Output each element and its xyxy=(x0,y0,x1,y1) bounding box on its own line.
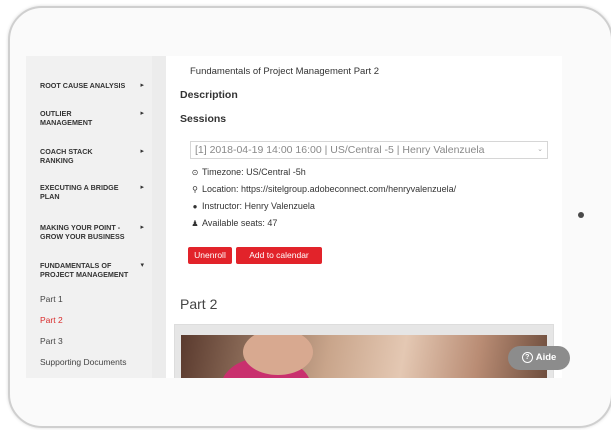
sessions-heading: Sessions xyxy=(180,113,227,125)
sidebar-item-outlier-management[interactable]: OUTLIER MANAGEMENT ▸ xyxy=(40,109,148,127)
sidebar-item-executing-a-bridge-plan[interactable]: EXECUTING A BRIDGE PLAN ▸ xyxy=(40,183,148,201)
users-icon: ♟ xyxy=(191,219,199,228)
description-heading: Description xyxy=(180,89,238,101)
location-row: ⚲ Location: https://sitelgroup.adobeconne… xyxy=(190,184,456,194)
question-icon: ? xyxy=(521,351,533,363)
seats-text: Available seats: 47 xyxy=(202,218,278,228)
sidebar-item-making-your-point[interactable]: MAKING YOUR POINT - GROW YOUR BUSINESS ▸ xyxy=(40,223,148,241)
lesson-title: Fundamentals of Project Management Part … xyxy=(190,66,380,77)
seats-row: ♟ Available seats: 47 xyxy=(190,218,277,228)
session-select[interactable]: [1] 2018-04-19 14:00 16:00 | US/Central … xyxy=(190,141,548,159)
sidebar-item-label: OUTLIER MANAGEMENT xyxy=(40,109,93,127)
chevron-down-icon: ⌄ xyxy=(537,146,543,153)
sidebar-subitem-part-1[interactable]: Part 1 xyxy=(40,294,63,304)
sidebar-item-label: FUNDAMENTALS OF PROJECT MANAGEMENT xyxy=(40,261,129,279)
sidebar-subitem-part-3[interactable]: Part 3 xyxy=(40,336,63,346)
chevron-right-icon: ▸ xyxy=(140,82,144,89)
home-button-icon[interactable] xyxy=(578,212,584,218)
help-button-label: Aide xyxy=(535,352,557,363)
chevron-right-icon: ▸ xyxy=(140,110,144,117)
sidebar-item-label: ROOT CAUSE ANALYSIS xyxy=(40,81,126,90)
clock-icon: ⊙ xyxy=(191,168,199,177)
map-marker-icon: ⚲ xyxy=(192,185,198,194)
chevron-down-icon: ▾ xyxy=(140,262,144,269)
video-thumbnail[interactable] xyxy=(181,335,547,378)
screen: ROOT CAUSE ANALYSIS ▸ OUTLIER MANAGEMENT… xyxy=(26,56,562,378)
sidebar-subitem-part-2[interactable]: Part 2 xyxy=(40,315,63,325)
part-heading: Part 2 xyxy=(180,296,218,312)
add-to-calendar-button[interactable]: Add to calendar xyxy=(236,247,322,264)
chevron-right-icon: ▸ xyxy=(140,148,144,155)
sidebar-item-label: EXECUTING A BRIDGE PLAN xyxy=(40,183,119,201)
chevron-right-icon: ▸ xyxy=(140,184,144,191)
session-select-value: [1] 2018-04-19 14:00 16:00 | US/Central … xyxy=(195,144,485,156)
sidebar-item-label: MAKING YOUR POINT - GROW YOUR BUSINESS xyxy=(40,223,125,241)
sidebar: ROOT CAUSE ANALYSIS ▸ OUTLIER MANAGEMENT… xyxy=(26,56,152,378)
help-button[interactable]: ? Aide xyxy=(508,346,570,370)
sidebar-item-label: COACH STACK RANKING xyxy=(40,147,93,165)
sidebar-item-fundamentals-of-project-management[interactable]: FUNDAMENTALS OF PROJECT MANAGEMENT ▾ xyxy=(40,261,148,279)
video-container xyxy=(174,324,554,378)
timezone-text: Timezone: US/Central -5h xyxy=(202,167,306,177)
sidebar-item-coach-stack-ranking[interactable]: COACH STACK RANKING ▸ xyxy=(40,147,148,165)
instructor-text: Instructor: Henry Valenzuela xyxy=(202,201,315,211)
main-content: Fundamentals of Project Management Part … xyxy=(166,56,562,378)
timezone-row: ⊙ Timezone: US/Central -5h xyxy=(190,167,306,177)
sidebar-subitem-supporting-documents[interactable]: Supporting Documents xyxy=(40,357,126,367)
sidebar-item-root-cause-analysis[interactable]: ROOT CAUSE ANALYSIS ▸ xyxy=(40,81,148,90)
unenroll-button[interactable]: Unenroll xyxy=(188,247,232,264)
instructor-row: ● Instructor: Henry Valenzuela xyxy=(190,201,315,211)
chevron-right-icon: ▸ xyxy=(140,224,144,231)
location-text: Location: https://sitelgroup.adobeconnec… xyxy=(202,184,457,194)
user-icon: ● xyxy=(192,202,198,211)
